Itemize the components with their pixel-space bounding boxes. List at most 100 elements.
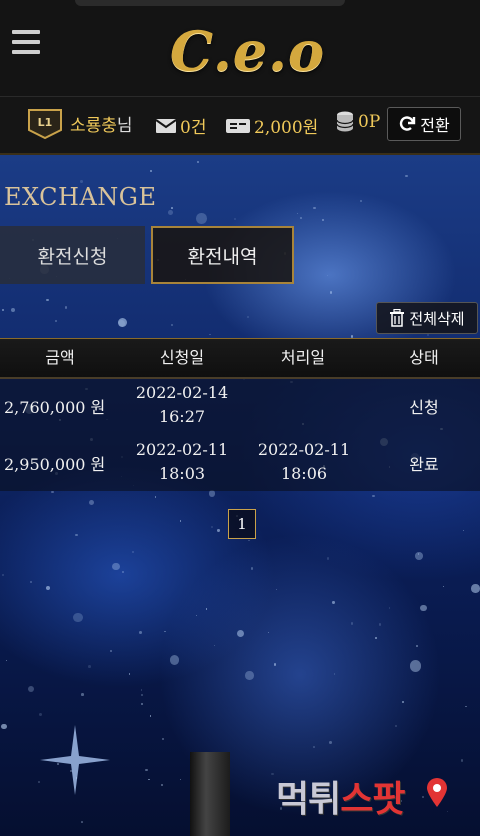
star-dot	[128, 673, 130, 675]
star-dot	[196, 615, 198, 617]
amount-cell: 2,950,000 원	[4, 455, 106, 474]
star-dot	[409, 660, 421, 672]
star-dot	[327, 274, 329, 276]
tower-silhouette	[190, 752, 230, 836]
star-dot	[1, 723, 7, 730]
star-dot	[248, 539, 250, 542]
sparkle-icon	[40, 725, 110, 795]
trash-icon	[390, 309, 405, 327]
star-dot	[37, 781, 40, 783]
tab-exchange-request[interactable]: 환전신청	[0, 226, 145, 284]
star-dot	[167, 210, 173, 215]
star-dot	[426, 333, 430, 337]
star-dot	[328, 741, 332, 745]
star-dot	[273, 663, 277, 666]
star-dot	[140, 693, 144, 697]
location-pin-icon	[427, 778, 447, 807]
star-dot	[250, 567, 253, 570]
messages[interactable]: 0건	[156, 113, 206, 138]
star-dot	[131, 550, 134, 554]
star-dot	[139, 631, 142, 634]
star-dot	[161, 737, 164, 741]
star-dot	[415, 552, 423, 560]
star-dot	[236, 630, 245, 638]
star-dot	[57, 762, 60, 765]
page-title: EXCHANGE	[4, 183, 157, 211]
star-dot	[395, 725, 398, 728]
star-dot	[87, 665, 91, 668]
star-dot	[322, 219, 325, 222]
pagination-page-button[interactable]: 1	[228, 509, 256, 539]
star-dot	[312, 745, 315, 748]
star-dot	[73, 612, 83, 622]
cash-value: 2,000원	[254, 118, 319, 138]
coin-stack-icon	[336, 111, 354, 132]
process-time: 18:06	[280, 464, 328, 483]
menu-icon[interactable]	[12, 30, 40, 56]
refresh-icon	[400, 116, 416, 131]
star-dot	[388, 607, 390, 609]
request-date-cell: 2022-02-11 18:03	[118, 438, 246, 486]
username[interactable]: 소룡충님	[70, 111, 133, 136]
status-cell: 완료	[409, 455, 439, 474]
star-dot	[332, 601, 335, 604]
star-dot	[145, 768, 148, 772]
star-dot	[88, 499, 94, 505]
column-status: 상태	[409, 348, 439, 367]
star-dot	[275, 588, 277, 591]
star-dot	[463, 530, 465, 532]
points-balance[interactable]: 0P	[336, 111, 380, 133]
request-date: 2022-02-14	[135, 383, 229, 402]
star-dot	[75, 533, 78, 537]
request-date: 2022-02-11	[135, 440, 229, 459]
request-time: 16:27	[158, 407, 206, 426]
star-dot	[64, 306, 68, 309]
star-dot	[118, 317, 128, 327]
star-dot	[460, 758, 464, 762]
star-dot	[209, 333, 211, 336]
username-suffix: 님	[116, 116, 133, 136]
star-dot	[149, 715, 152, 717]
star-dot	[360, 200, 363, 202]
watermark-part2: 스팟	[340, 779, 405, 820]
star-dot	[81, 821, 83, 823]
star-dot	[164, 630, 166, 633]
star-dot	[80, 693, 84, 696]
amount-cell: 2,760,000 원	[4, 398, 106, 417]
star-dot	[271, 772, 274, 776]
star-dot	[179, 778, 182, 780]
star-dot	[140, 689, 143, 691]
table-row[interactable]: 2,760,000 원 2022-02-14 16:27 신청	[0, 377, 480, 434]
star-dot	[27, 686, 34, 693]
star-dot	[233, 217, 237, 221]
watermark-part1: 먹튀	[276, 779, 341, 820]
star-dot	[247, 316, 249, 318]
delete-all-label: 전체삭제	[409, 309, 465, 328]
star-dot	[326, 557, 330, 560]
star-dot	[422, 795, 425, 799]
table-row[interactable]: 2,950,000 원 2022-02-11 18:03 2022-02-11 …	[0, 434, 480, 491]
star-dot	[447, 810, 449, 812]
star-dot	[333, 672, 336, 675]
star-dot	[1, 573, 4, 576]
level-badge: L1	[26, 108, 64, 140]
star-dot	[154, 496, 157, 498]
star-dot	[405, 174, 408, 178]
star-dot	[148, 778, 150, 781]
convert-button[interactable]: 전환	[387, 107, 461, 141]
star-dot	[112, 562, 121, 571]
table-header: 금액 신청일 처리일 상태	[0, 338, 480, 379]
star-dot	[442, 585, 445, 588]
star-dot	[268, 632, 270, 634]
cash-balance[interactable]: 2,000원	[226, 113, 318, 138]
delete-all-button[interactable]: 전체삭제	[376, 302, 478, 334]
star-dot	[208, 490, 216, 497]
message-count: 0건	[180, 118, 207, 138]
star-dot	[39, 713, 43, 717]
mail-icon	[156, 118, 176, 133]
star-dot	[171, 207, 173, 209]
process-date-cell: 2022-02-11 18:06	[240, 438, 368, 486]
site-logo[interactable]: C.e.o	[170, 14, 324, 88]
star-dot	[297, 213, 299, 215]
tab-exchange-history[interactable]: 환전내역	[151, 226, 294, 284]
